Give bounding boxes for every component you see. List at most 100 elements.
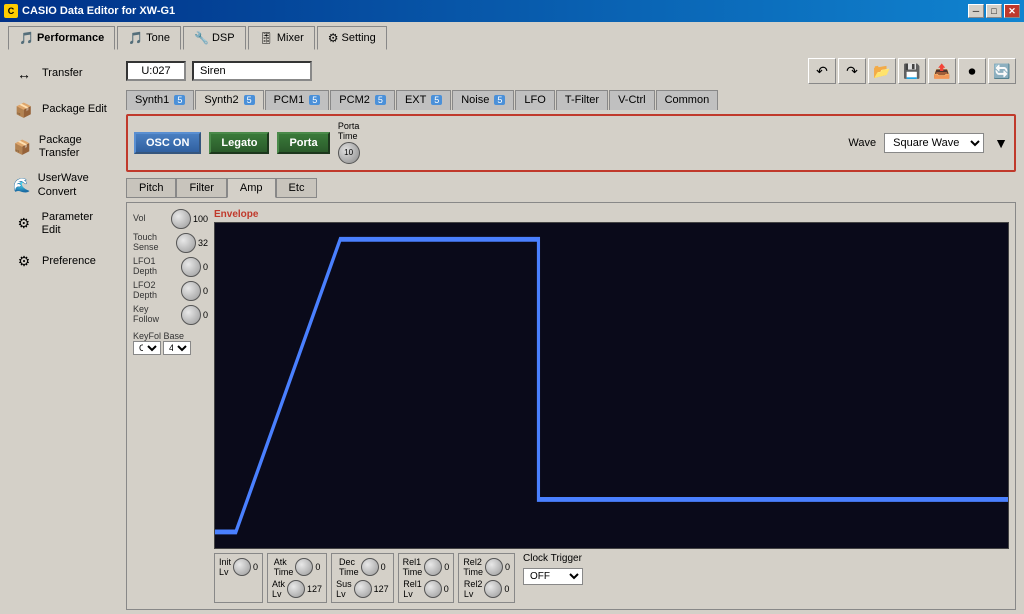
tab-mixer[interactable]: 🎚 Mixer (248, 26, 315, 50)
dsp-tab-icon: 🔧 (194, 31, 209, 45)
env-group-rel1: Rel1Time 0 Rel1Lv 0 (398, 553, 455, 603)
section-tab-lfo[interactable]: LFO (515, 90, 554, 110)
lfo1-depth-value: 0 (203, 262, 208, 272)
sub-tabs: Pitch Filter Amp Etc (126, 178, 1016, 198)
legato-button[interactable]: Legato (209, 132, 269, 154)
rel2-lv-row: Rel2Lv 0 (464, 579, 510, 599)
sidebar-item-preference[interactable]: ⚙ Preference (8, 245, 118, 277)
sub-tab-etc[interactable]: Etc (276, 178, 318, 198)
synth1-label: Synth1 (135, 94, 169, 106)
env-knobs-row: InitLv 0 AtkTime 0 (214, 553, 1009, 603)
sub-tab-amp[interactable]: Amp (227, 178, 276, 198)
porta-time-knob[interactable]: 10 (338, 142, 360, 164)
record-button[interactable]: ⏺ (958, 58, 986, 84)
rel1-time-knob[interactable] (424, 558, 442, 576)
vctrl-label: V-Ctrl (618, 94, 646, 106)
id-name-row: U:027 ↶ ↷ 📂 💾 📤 ⏺ 🔄 (126, 58, 1016, 84)
lfo2-depth-value: 0 (203, 286, 208, 296)
init-lv-knob[interactable] (233, 558, 251, 576)
sub-tab-filter[interactable]: Filter (176, 178, 226, 198)
sidebar-label-package-edit: Package Edit (42, 103, 107, 116)
section-tab-synth1[interactable]: Synth1 5 (126, 90, 194, 110)
rel2-time-knob[interactable] (485, 558, 503, 576)
env-group-init-lv: InitLv 0 (214, 553, 263, 603)
id-field[interactable]: U:027 (126, 61, 186, 81)
osc-panel: OSC ON Legato Porta PortaTime 10 Wave Sq… (126, 114, 1016, 172)
section-tab-synth2[interactable]: Synth2 5 (195, 90, 263, 110)
refresh-button[interactable]: 🔄 (988, 58, 1016, 84)
osc-on-button[interactable]: OSC ON (134, 132, 201, 154)
keyfol-octave-select[interactable]: 12345678 (163, 341, 191, 355)
tone-tab-icon: 🎵 (128, 31, 143, 45)
noise-badge: 5 (494, 95, 505, 105)
mixer-tab-label: Mixer (277, 32, 304, 44)
sus-lv-knob[interactable] (354, 580, 372, 598)
touch-sense-knob[interactable] (176, 233, 196, 253)
pcm2-label: PCM2 (339, 94, 370, 106)
lfo1-depth-label: LFO1Depth (133, 257, 157, 277)
amp-label: Amp (240, 182, 263, 194)
rel1-time-row: Rel1Time 0 (403, 557, 450, 577)
rel1-lv-knob[interactable] (424, 580, 442, 598)
keyfol-base-row: KeyFol Base CDEFGAB 12345678 (133, 331, 208, 355)
atk-time-knob[interactable] (295, 558, 313, 576)
section-tab-common[interactable]: Common (656, 90, 719, 110)
sidebar-item-userwave[interactable]: 🌊 UserWave Convert (8, 168, 118, 202)
atk-lv-knob[interactable] (287, 580, 305, 598)
key-follow-knob[interactable] (181, 305, 201, 325)
dec-time-knob[interactable] (361, 558, 379, 576)
rel2-lv-value: 0 (504, 584, 509, 594)
sidebar-item-package-edit[interactable]: 📦 Package Edit (8, 94, 118, 126)
sidebar-item-transfer[interactable]: ↔ Transfer (8, 58, 118, 90)
lfo2-depth-knob[interactable] (181, 281, 201, 301)
lfo1-depth-knob[interactable] (181, 257, 201, 277)
name-field[interactable] (192, 61, 312, 81)
close-button[interactable]: ✕ (1004, 4, 1020, 18)
open-button[interactable]: 📂 (868, 58, 896, 84)
tab-setting[interactable]: ⚙ Setting (317, 26, 387, 50)
vol-row: Vol 100 (133, 209, 208, 229)
performance-tab-label: Performance (37, 32, 104, 44)
section-tab-pcm2[interactable]: PCM2 5 (330, 90, 395, 110)
maximize-button[interactable]: □ (986, 4, 1002, 18)
tfilter-label: T-Filter (565, 94, 599, 106)
section-tab-noise[interactable]: Noise 5 (452, 90, 514, 110)
rel1-lv-label: Rel1Lv (403, 579, 422, 599)
pcm1-label: PCM1 (274, 94, 305, 106)
pcm2-badge: 5 (375, 95, 386, 105)
keyfol-note-select[interactable]: CDEFGAB (133, 341, 161, 355)
redo-button[interactable]: ↷ (838, 58, 866, 84)
dec-time-label: DecTime (339, 557, 359, 577)
section-tab-pcm1[interactable]: PCM1 5 (265, 90, 330, 110)
tab-performance[interactable]: 🎵 Performance (8, 26, 115, 50)
wave-select[interactable]: Square Wave Sine Wave Sawtooth Triangle … (884, 133, 984, 153)
dsp-tab-label: DSP (212, 32, 235, 44)
transfer-icon: ↔ (12, 62, 36, 86)
key-follow-value: 0 (203, 310, 208, 320)
main-panel: U:027 ↶ ↷ 📂 💾 📤 ⏺ 🔄 Synth1 5 (126, 58, 1016, 610)
undo-button[interactable]: ↶ (808, 58, 836, 84)
vol-value: 100 (193, 214, 208, 224)
window-controls: ─ □ ✕ (968, 4, 1020, 18)
vol-knob[interactable] (171, 209, 191, 229)
porta-button[interactable]: Porta (277, 132, 329, 154)
save-button[interactable]: 💾 (898, 58, 926, 84)
sidebar-item-parameter[interactable]: ⚙ Parameter Edit (8, 207, 118, 241)
package-edit-icon: 📦 (12, 98, 36, 122)
section-tab-tfilter[interactable]: T-Filter (556, 90, 608, 110)
touch-sense-value: 32 (198, 238, 208, 248)
tab-tone[interactable]: 🎵 Tone (117, 26, 181, 50)
section-tab-vctrl[interactable]: V-Ctrl (609, 90, 655, 110)
sus-lv-row: SusLv 127 (336, 579, 389, 599)
pitch-label: Pitch (139, 182, 163, 194)
section-tab-ext[interactable]: EXT 5 (396, 90, 451, 110)
clock-trigger-select[interactable]: OFF ON 1/1 1/2 1/4 1/8 (523, 568, 583, 585)
sidebar-item-package-transfer[interactable]: 📦 Package Transfer (8, 130, 118, 164)
minimize-button[interactable]: ─ (968, 4, 984, 18)
sus-lv-label: SusLv (336, 579, 352, 599)
export-button[interactable]: 📤 (928, 58, 956, 84)
ext-badge: 5 (431, 95, 442, 105)
tab-dsp[interactable]: 🔧 DSP (183, 26, 246, 50)
sub-tab-pitch[interactable]: Pitch (126, 178, 176, 198)
rel2-lv-knob[interactable] (484, 580, 502, 598)
